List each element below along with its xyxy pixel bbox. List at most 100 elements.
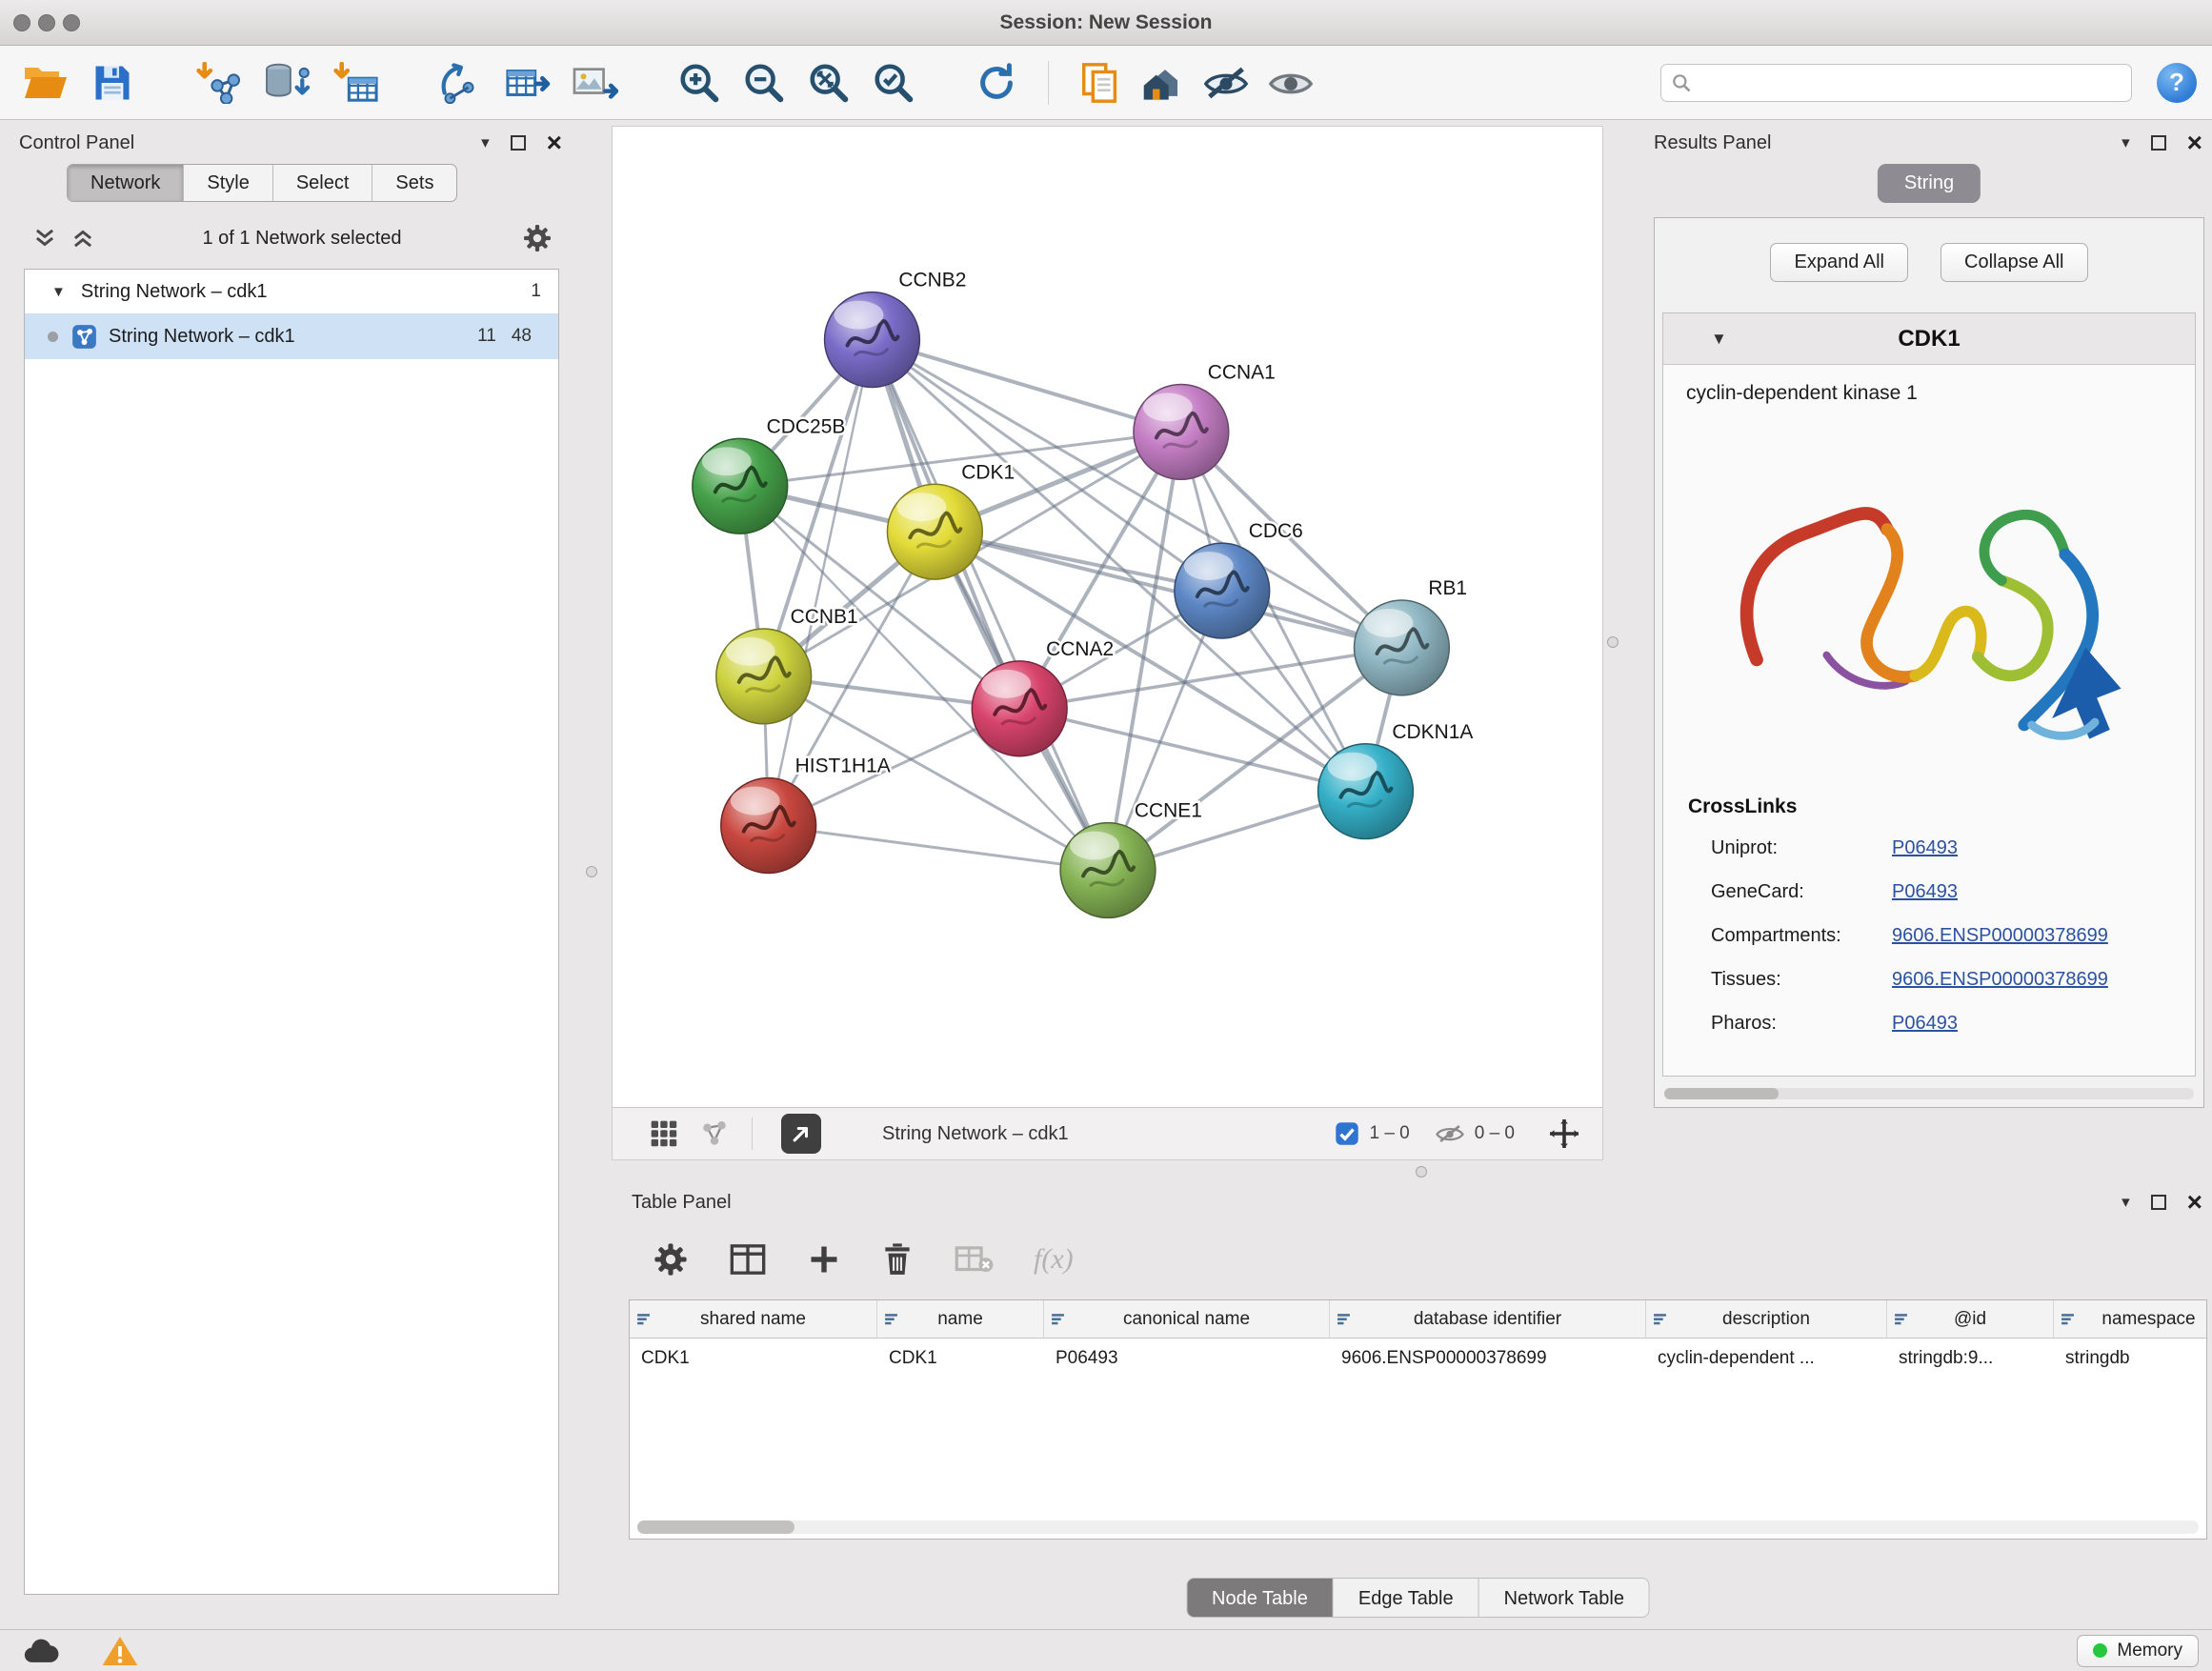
node-label-CDC25B: CDC25B (767, 415, 846, 437)
node-RB1[interactable]: RB1 (1354, 577, 1467, 695)
table-panel-title: Table Panel (632, 1192, 732, 1214)
refresh-button[interactable] (970, 54, 1023, 111)
zoom-in-button[interactable] (673, 54, 726, 111)
network-collection-row[interactable]: ▼ String Network – cdk1 1 (25, 270, 558, 313)
birdseye-toggle-button[interactable] (781, 1114, 821, 1154)
tab-style[interactable]: Style (184, 165, 272, 201)
expand-all-button[interactable]: Expand All (1770, 243, 1908, 282)
expand-all-icon[interactable] (70, 226, 95, 251)
pan-crosshair-icon[interactable] (1547, 1117, 1581, 1151)
network-view[interactable]: CCNB2CCNA1CDC25BCDK1CDC6RB1CCNB1CCNA2CDK… (612, 126, 1603, 1160)
warning-icon[interactable] (101, 1635, 139, 1667)
tab-node-table[interactable]: Node Table (1186, 1578, 1334, 1618)
panel-close-icon[interactable]: × (2187, 1195, 2202, 1210)
cloud-icon[interactable] (21, 1636, 63, 1666)
tree-expander-icon[interactable]: ▼ (51, 284, 66, 300)
gear-icon[interactable] (522, 223, 553, 253)
minimize-window-button[interactable] (38, 14, 55, 31)
crosslink-link[interactable]: P06493 (1892, 1013, 1958, 1035)
table-panel-header: Table Panel ▾ × (624, 1185, 2212, 1219)
crosslink-link[interactable]: 9606.ENSP00000378699 (1892, 969, 2108, 991)
collapse-all-button[interactable]: Collapse All (1941, 243, 2088, 282)
hide-panels-button[interactable] (1199, 54, 1253, 111)
show-view-button[interactable] (1264, 54, 1317, 111)
horizontal-splitter-handle[interactable] (1416, 1166, 1427, 1178)
node-HIST1H1A[interactable]: HIST1H1A (721, 755, 891, 874)
table-row[interactable]: CDK1CDK1P064939606.ENSP00000378699cyclin… (630, 1339, 2206, 1379)
search-input[interactable] (1699, 72, 2122, 93)
zoom-window-button[interactable] (63, 14, 80, 31)
import-network-database-button[interactable] (261, 54, 314, 111)
crosslink-link[interactable]: P06493 (1892, 837, 1958, 859)
help-button[interactable]: ? (2157, 63, 2197, 103)
delete-column-trash-icon[interactable] (881, 1241, 914, 1278)
table-horizontal-scrollbar[interactable] (637, 1520, 2199, 1534)
panel-menu-icon[interactable]: ▾ (2122, 1193, 2130, 1212)
edge-CDK1-RB1[interactable] (935, 532, 1401, 648)
home-button[interactable] (1138, 54, 1192, 111)
column-header-database-identifier[interactable]: database identifier (1330, 1300, 1646, 1338)
open-session-button[interactable] (19, 54, 72, 111)
results-horizontal-scrollbar[interactable] (1664, 1088, 2194, 1099)
column-header-shared-name[interactable]: shared name (630, 1300, 877, 1338)
grid-view-icon[interactable] (649, 1118, 679, 1149)
node-CDKN1A[interactable]: CDKN1A (1318, 721, 1474, 839)
copy-button[interactable] (1074, 54, 1127, 111)
string-results-box: Expand All Collapse All ▼ CDK1 cyclin-de… (1654, 217, 2204, 1108)
network-canvas[interactable]: CCNB2CCNA1CDC25BCDK1CDC6RB1CCNB1CCNA2CDK… (613, 127, 1602, 1107)
gene-card-header[interactable]: ▼ CDK1 (1663, 313, 2195, 365)
panel-close-icon[interactable]: × (2187, 135, 2202, 151)
zoom-out-button[interactable] (737, 54, 791, 111)
crosslink-link[interactable]: 9606.ENSP00000378699 (1892, 925, 2108, 947)
panel-float-icon[interactable] (511, 135, 526, 151)
edge-CCNB2-HIST1H1A[interactable] (769, 340, 873, 826)
collapse-all-icon[interactable] (32, 226, 57, 251)
close-window-button[interactable] (13, 14, 30, 31)
column-header-name[interactable]: name (877, 1300, 1044, 1338)
tab-select[interactable]: Select (273, 165, 373, 201)
node-CCNB2[interactable]: CCNB2 (825, 270, 967, 388)
window-title: Session: New Session (0, 0, 2212, 46)
vertical-splitter-handle[interactable] (586, 866, 597, 877)
node-CCNA1[interactable]: CCNA1 (1134, 361, 1276, 479)
edge-CCNB2-CCNA1[interactable] (872, 340, 1180, 433)
function-builder-icon[interactable]: f(x) (1034, 1243, 1074, 1276)
crosslink-link[interactable]: P06493 (1892, 881, 1958, 903)
panel-menu-icon[interactable]: ▾ (2122, 133, 2130, 152)
tab-sets[interactable]: Sets (372, 165, 456, 201)
clear-table-icon[interactable] (954, 1242, 994, 1277)
edge-CCNE1-HIST1H1A[interactable] (769, 826, 1108, 871)
panel-float-icon[interactable] (2151, 1195, 2166, 1210)
memory-button[interactable]: Memory (2077, 1635, 2199, 1667)
export-image-button[interactable] (568, 54, 621, 111)
edge-CCNB2-CCNE1[interactable] (872, 340, 1108, 871)
panel-close-icon[interactable]: × (547, 135, 562, 151)
export-table-button[interactable] (501, 54, 554, 111)
zoom-selected-button[interactable] (867, 54, 920, 111)
selected-checkbox-icon[interactable] (1335, 1121, 1359, 1146)
add-column-icon[interactable] (807, 1242, 841, 1277)
import-table-button[interactable] (330, 54, 383, 111)
table-settings-gear-icon[interactable] (653, 1241, 689, 1278)
save-session-button[interactable] (86, 54, 139, 111)
node-CDK1[interactable]: CDK1 (887, 461, 1015, 579)
vertical-splitter-handle[interactable] (1607, 636, 1619, 648)
fit-content-button[interactable] (802, 54, 855, 111)
overview-network-icon[interactable] (700, 1119, 729, 1148)
panel-menu-icon[interactable]: ▾ (481, 133, 490, 152)
control-panel-tabs: NetworkStyleSelectSets (67, 164, 457, 202)
network-row[interactable]: String Network – cdk1 11 48 (25, 313, 558, 359)
column-header-@id[interactable]: @id (1887, 1300, 2054, 1338)
eye-slash-icon (1202, 63, 1250, 103)
tab-edge-table[interactable]: Edge Table (1334, 1578, 1479, 1618)
column-header-canonical-name[interactable]: canonical name (1044, 1300, 1330, 1338)
column-header-namespace[interactable]: namespace (2054, 1300, 2207, 1338)
tab-network[interactable]: Network (68, 165, 184, 201)
tab-network-table[interactable]: Network Table (1479, 1578, 1650, 1618)
column-header-description[interactable]: description (1646, 1300, 1887, 1338)
new-network-button[interactable] (432, 54, 486, 111)
import-network-file-button[interactable] (192, 54, 246, 111)
panel-float-icon[interactable] (2151, 135, 2166, 151)
show-columns-icon[interactable] (729, 1242, 767, 1277)
string-results-tab[interactable]: String (1878, 164, 1981, 203)
